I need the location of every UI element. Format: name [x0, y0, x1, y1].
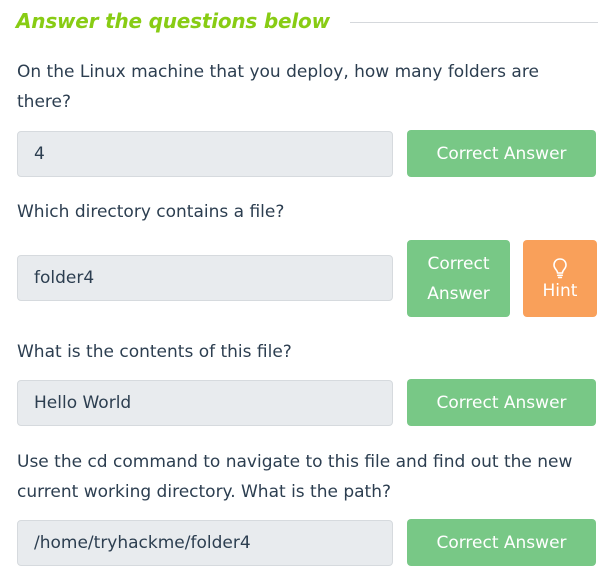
hint-button[interactable]: Hint	[523, 240, 597, 317]
section-header: Answer the questions below	[16, 6, 598, 36]
question-4-text: Use the cd command to navigate to this f…	[17, 452, 573, 502]
question-2-text: Which directory contains a file?	[17, 202, 285, 222]
question-3-text: What is the contents of this file?	[17, 342, 292, 362]
answer-field-1[interactable]: 4	[17, 131, 393, 177]
header-divider	[349, 21, 598, 23]
answer-field-2[interactable]: folder4	[17, 255, 393, 301]
answer-field-4[interactable]: /home/tryhackme/folder4	[17, 520, 393, 566]
correct-answer-button-1[interactable]: Correct Answer	[407, 130, 596, 177]
correct-answer-button-4[interactable]: Correct Answer	[407, 519, 596, 566]
task-questions-panel: Answer the questions below On the Linux …	[0, 0, 607, 573]
correct-answer-button-3[interactable]: Correct Answer	[407, 379, 596, 426]
lightbulb-icon	[553, 257, 567, 278]
correct-answer-button-2[interactable]: Correct Answer	[407, 240, 510, 317]
hint-label: Hint	[542, 280, 578, 301]
correct-answer-label-line-1: Correct	[427, 253, 490, 274]
question-1-text: On the Linux machine that you deploy, ho…	[17, 62, 539, 112]
correct-answer-label-line-2: Answer	[427, 283, 490, 304]
answer-field-3[interactable]: Hello World	[17, 380, 393, 426]
section-title: Answer the questions below	[16, 9, 330, 33]
